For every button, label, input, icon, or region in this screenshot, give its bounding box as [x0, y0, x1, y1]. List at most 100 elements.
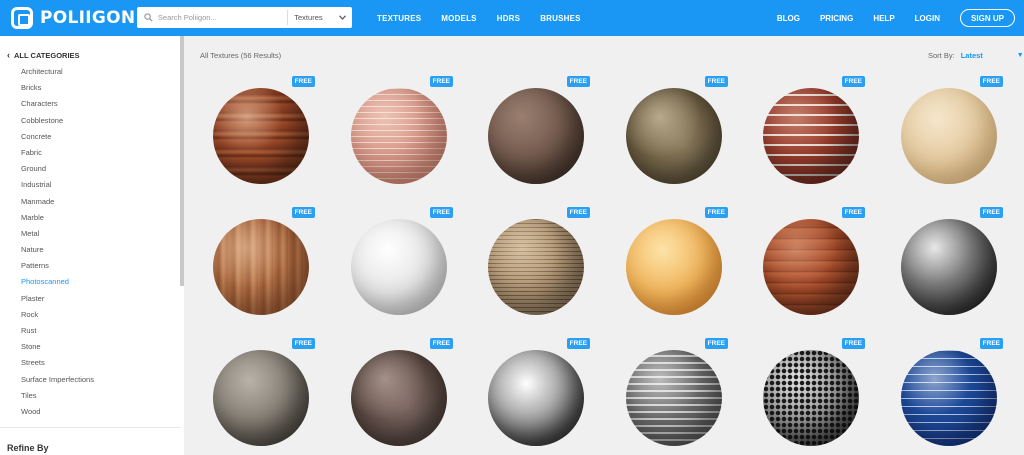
texture-tile[interactable]: FREE: [205, 207, 315, 327]
texture-preview: [763, 350, 859, 446]
free-badge: FREE: [841, 338, 865, 349]
texture-preview: [351, 88, 447, 184]
logo-icon: [11, 7, 33, 29]
category-item[interactable]: Industrial: [21, 179, 94, 195]
nav-brushes[interactable]: BRUSHES: [540, 14, 581, 23]
category-item[interactable]: Plaster: [21, 293, 94, 309]
texture-preview: [351, 219, 447, 315]
search-icon[interactable]: [140, 7, 158, 28]
free-badge: FREE: [979, 207, 1003, 218]
texture-tile[interactable]: FREE: [893, 76, 1003, 196]
search-type-value: Textures: [294, 13, 323, 22]
category-item[interactable]: Tiles: [21, 390, 94, 406]
texture-tile[interactable]: FREE: [618, 338, 728, 455]
free-badge: FREE: [566, 76, 590, 87]
free-badge: FREE: [704, 338, 728, 349]
search-type-select[interactable]: Textures: [288, 13, 352, 22]
texture-preview: [626, 219, 722, 315]
texture-tile[interactable]: FREE: [480, 76, 590, 196]
texture-tile[interactable]: FREE: [893, 207, 1003, 327]
category-item[interactable]: Bricks: [21, 82, 94, 98]
texture-preview: [626, 350, 722, 446]
texture-tile[interactable]: FREE: [343, 76, 453, 196]
free-badge: FREE: [429, 207, 453, 218]
sign-up-button[interactable]: SIGN UP: [960, 9, 1015, 27]
texture-preview: [763, 88, 859, 184]
free-badge: FREE: [429, 338, 453, 349]
category-item[interactable]: Rock: [21, 309, 94, 325]
texture-preview: [488, 88, 584, 184]
texture-tile[interactable]: FREE: [893, 338, 1003, 455]
account-nav: BLOG PRICING HELP LOGIN SIGN UP: [777, 0, 1024, 36]
nav-pricing[interactable]: PRICING: [820, 14, 853, 23]
search-input[interactable]: [157, 13, 288, 22]
texture-tile[interactable]: FREE: [755, 207, 865, 327]
texture-tile[interactable]: FREE: [343, 338, 453, 455]
free-badge: FREE: [979, 76, 1003, 87]
free-badge: FREE: [841, 76, 865, 87]
texture-preview: [213, 350, 309, 446]
category-item-active[interactable]: Photoscanned: [21, 276, 94, 292]
category-item[interactable]: Ground: [21, 163, 94, 179]
category-item[interactable]: Nature: [21, 244, 94, 260]
free-badge: FREE: [291, 338, 315, 349]
texture-preview: [901, 88, 997, 184]
texture-preview: [488, 219, 584, 315]
texture-tile[interactable]: FREE: [480, 207, 590, 327]
texture-tile[interactable]: FREE: [480, 338, 590, 455]
search-bar: Textures: [137, 7, 352, 28]
category-item[interactable]: Concrete: [21, 131, 94, 147]
category-item[interactable]: Marble: [21, 212, 94, 228]
category-item[interactable]: Wood: [21, 406, 94, 422]
nav-textures[interactable]: TEXTURES: [377, 14, 421, 23]
category-item[interactable]: Characters: [21, 98, 94, 114]
category-item[interactable]: Manmade: [21, 196, 94, 212]
free-badge: FREE: [291, 76, 315, 87]
category-item[interactable]: Architectural: [21, 66, 94, 82]
free-badge: FREE: [291, 207, 315, 218]
texture-preview: [626, 88, 722, 184]
nav-models[interactable]: MODELS: [441, 14, 476, 23]
caret-down-icon: ▼: [1016, 52, 1024, 59]
texture-preview: [901, 350, 997, 446]
all-categories-link[interactable]: ‹ ALL CATEGORIES: [7, 50, 80, 60]
free-badge: FREE: [704, 76, 728, 87]
texture-tile[interactable]: FREE: [205, 338, 315, 455]
top-nav-bar: POLIIGON Textures TEXTURES MODELS HDRS B…: [0, 0, 1024, 36]
category-item[interactable]: Metal: [21, 228, 94, 244]
texture-tile[interactable]: FREE: [755, 76, 865, 196]
texture-preview: [901, 219, 997, 315]
texture-tile[interactable]: FREE: [343, 207, 453, 327]
nav-hdrs[interactable]: HDRS: [497, 14, 520, 23]
category-list: Architectural Bricks Characters Cobblest…: [21, 66, 94, 422]
texture-tile[interactable]: FREE: [205, 76, 315, 196]
refine-by-heading: Refine By: [7, 443, 49, 453]
category-item[interactable]: Streets: [21, 357, 94, 373]
category-item[interactable]: Fabric: [21, 147, 94, 163]
nav-help[interactable]: HELP: [873, 14, 894, 23]
free-badge: FREE: [566, 338, 590, 349]
sidebar-divider: [0, 427, 180, 428]
nav-login[interactable]: LOGIN: [915, 14, 940, 23]
main-nav: TEXTURES MODELS HDRS BRUSHES: [377, 0, 601, 36]
free-badge: FREE: [566, 207, 590, 218]
logo[interactable]: POLIIGON: [11, 7, 135, 29]
free-badge: FREE: [704, 207, 728, 218]
category-item[interactable]: Rust: [21, 325, 94, 341]
texture-preview: [763, 219, 859, 315]
texture-tile[interactable]: FREE: [755, 338, 865, 455]
sort-control[interactable]: Sort By: Latest ▼: [928, 51, 1024, 60]
texture-tile[interactable]: FREE: [618, 207, 728, 327]
sidebar-scrollbar[interactable]: [180, 36, 184, 286]
category-item[interactable]: Surface Imperfections: [21, 374, 94, 390]
texture-tile[interactable]: FREE: [618, 76, 728, 196]
category-item[interactable]: Stone: [21, 341, 94, 357]
free-badge: FREE: [429, 76, 453, 87]
all-categories-label: ALL CATEGORIES: [14, 50, 80, 60]
nav-blog[interactable]: BLOG: [777, 14, 800, 23]
texture-preview: [488, 350, 584, 446]
category-item[interactable]: Cobblestone: [21, 115, 94, 131]
texture-preview: [213, 88, 309, 184]
sort-label: Sort By:: [928, 51, 955, 60]
category-item[interactable]: Patterns: [21, 260, 94, 276]
